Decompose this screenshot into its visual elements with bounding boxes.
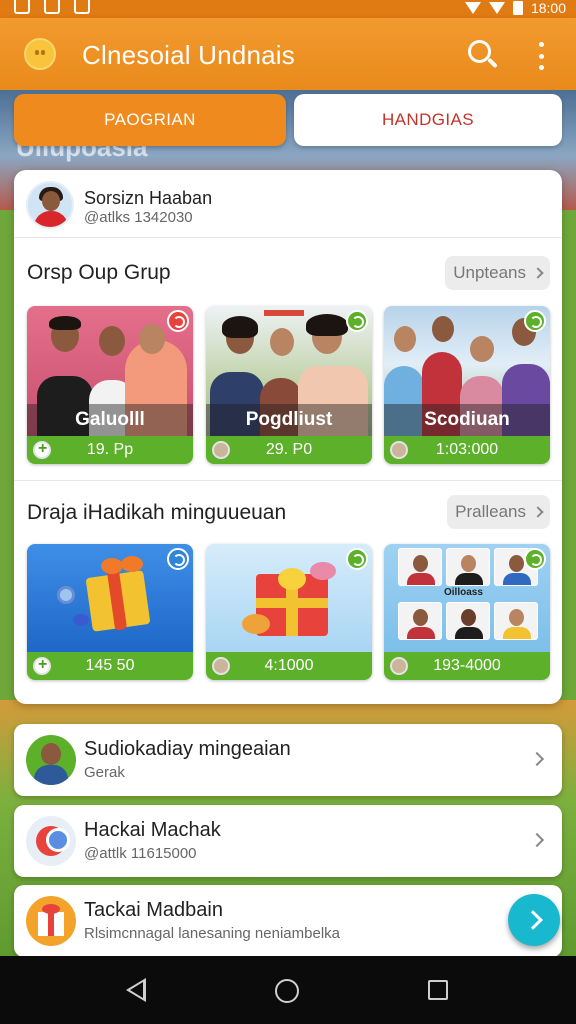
refresh-icon [346, 548, 368, 570]
list-item[interactable]: Hackai Machak @attlk 11615000 [14, 805, 562, 877]
tab-handgias[interactable]: HANDGIAS [294, 94, 562, 146]
list-item-subtitle: @attlk 11615000 [84, 845, 197, 862]
tile-footer: 1:03:000 [384, 436, 550, 464]
status-badge-icon [167, 310, 189, 332]
list-item-subtitle: Rlsimcnnagal lanesaning neniambelka [84, 925, 340, 942]
next-arrow-button[interactable] [508, 894, 560, 946]
section-divider [14, 480, 562, 481]
group-see-more-button[interactable]: Unpteans [445, 256, 550, 290]
group-tile-label: Scodiuan [384, 404, 550, 436]
tile-footer-value: 4:1000 [264, 657, 314, 674]
chevron-right-icon [532, 506, 544, 518]
list-item-subtitle: Gerak [84, 764, 125, 781]
group-section-title: Orsp Oup Grup [27, 261, 171, 284]
group-tile-label: Galuolll [27, 404, 193, 436]
status-time: 18:00 [530, 0, 566, 16]
search-icon[interactable] [468, 40, 498, 70]
group-tile[interactable]: Scodiuan 1:03:000 [384, 306, 550, 464]
grid-caption: Oilloass [444, 587, 483, 598]
back-icon[interactable] [126, 978, 146, 1002]
tile-footer: 4:1000 [206, 652, 372, 680]
avatar [26, 735, 76, 785]
list-item-title: Sudiokadiay mingeaian [84, 738, 291, 760]
tile-footer-value: 1:03:000 [435, 441, 499, 458]
home-icon[interactable] [275, 979, 299, 1003]
app-bar: Clnesoial Undnais [0, 18, 576, 90]
signal-icon [488, 2, 505, 14]
badge-check-icon [26, 816, 76, 866]
tile-footer: 19. Pp [27, 436, 193, 464]
app-logo-icon[interactable] [24, 38, 56, 70]
wifi-icon [464, 2, 481, 14]
refresh-icon [524, 548, 546, 570]
list-item[interactable]: Sudiokadiay mingeaian Gerak [14, 724, 562, 796]
main-card: Sorsizn Haaban @atlks 1342030 Orsp Oup G… [14, 170, 562, 704]
tab-paogrian[interactable]: PAOGRIAN [14, 94, 286, 146]
tile-footer-value: 29. P0 [265, 441, 313, 458]
profile-handle: @atlks 1342030 [84, 209, 193, 226]
status-notification-icons [14, 0, 90, 14]
tile-footer-value: 145 50 [85, 657, 135, 674]
list-item[interactable]: Tackai Madbain Rlsimcnnagal lanesaning n… [14, 885, 562, 957]
list-item-title: Tackai Madbain [84, 899, 223, 921]
system-nav-bar [0, 956, 576, 1024]
group-tile-label: Pogdliust [206, 404, 372, 436]
gift-tile[interactable]: Oilloass 193-4000 [384, 544, 550, 680]
tile-footer: 29. P0 [206, 436, 372, 464]
chevron-right-icon [529, 832, 545, 848]
recent-apps-icon[interactable] [428, 980, 448, 1000]
app-title: Clnesoial Undnais [82, 40, 295, 70]
more-vertical-icon[interactable] [534, 42, 548, 70]
gift-icon [26, 896, 76, 946]
gift-section-title: Draja iHadikah minguueuan [27, 501, 287, 524]
chevron-right-icon [529, 751, 545, 767]
group-see-more-label: Unpteans [453, 263, 526, 282]
group-tile[interactable]: Galuolll 19. Pp [27, 306, 193, 464]
profile-name: Sorsizn Haaban [84, 188, 213, 208]
avatar [26, 181, 74, 229]
list-item-title: Hackai Machak [84, 819, 221, 841]
tile-footer-value: 19. Pp [86, 441, 134, 458]
status-bar: 18:00 [0, 0, 576, 18]
sync-icon [74, 0, 90, 14]
gift-tile[interactable]: 145 50 [27, 544, 193, 680]
tile-footer-value: 193-4000 [433, 657, 501, 674]
status-system-icons: 18:00 [464, 0, 566, 16]
gift-see-more-label: Pralleans [455, 502, 526, 521]
gift-tile[interactable]: 4:1000 [206, 544, 372, 680]
tile-footer: 193-4000 [384, 652, 550, 680]
group-tile[interactable]: Pogdliust 29. P0 [206, 306, 372, 464]
battery-icon [512, 1, 523, 15]
profile-header[interactable]: Sorsizn Haaban @atlks 1342030 [14, 170, 562, 238]
refresh-icon [524, 310, 546, 332]
gift-see-more-button[interactable]: Pralleans [447, 495, 550, 529]
camera-icon [44, 0, 60, 14]
refresh-icon [346, 310, 368, 332]
sparkle-icon [167, 548, 189, 570]
notification-icon [14, 0, 30, 14]
tile-footer: 145 50 [27, 652, 193, 680]
chevron-right-icon [532, 267, 544, 279]
